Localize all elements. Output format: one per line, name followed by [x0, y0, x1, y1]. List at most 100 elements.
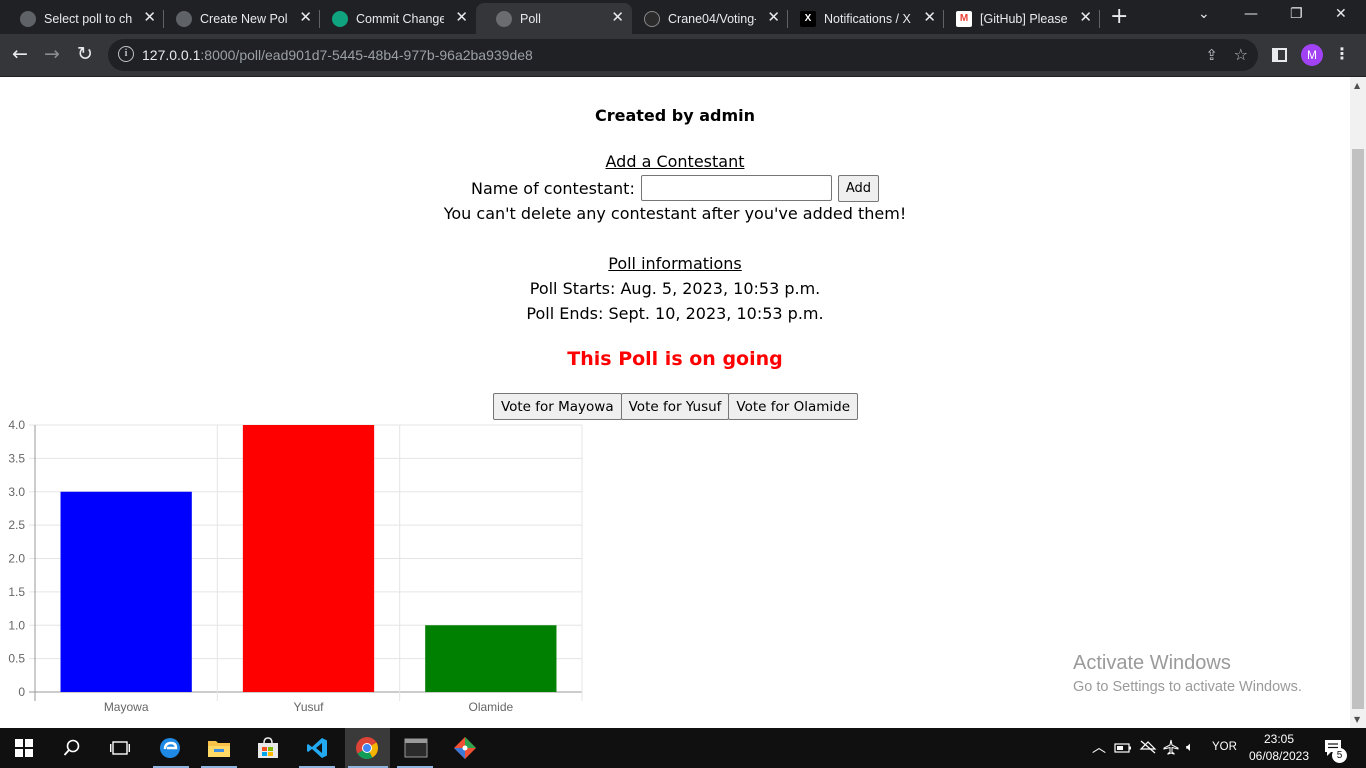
share-icon[interactable]: ⇪ — [1205, 46, 1218, 64]
poll-starts-text: Poll Starts: Aug. 5, 2023, 10:53 p.m. — [529, 279, 821, 298]
y-tick-label: 1.5 — [8, 585, 25, 599]
microsoft-store-icon[interactable] — [256, 736, 280, 760]
vscode-icon[interactable] — [305, 736, 329, 760]
terminal-icon[interactable] — [404, 736, 428, 760]
y-tick-label: 3.5 — [8, 451, 25, 465]
gmail-icon: M — [956, 10, 972, 27]
url-text[interactable]: 127.0.0.1:8000/poll/ead901d7-5445-48b4-9… — [142, 47, 533, 63]
bar-olamide — [425, 625, 557, 692]
bar-yusuf — [242, 425, 375, 692]
created-by-text: Created by admin — [594, 106, 756, 125]
tab-github-repo[interactable]: Crane04/Voting- ✕ — [624, 3, 788, 34]
browser-toolbar: ← → ↻ i 127.0.0.1:8000/poll/ead901d7-544… — [0, 34, 1366, 77]
tab-gmail[interactable]: M [GitHub] Please v ✕ — [936, 3, 1100, 34]
bar-mayowa — [60, 491, 192, 692]
x-tick-label: Mayowa — [104, 700, 149, 714]
vote-olamide-button[interactable]: Vote for Olamide — [728, 393, 859, 420]
tab-label: Poll — [520, 11, 541, 26]
poll-ends-text: Poll Ends: Sept. 10, 2023, 10:53 p.m. — [526, 304, 824, 323]
volume-icon[interactable]: 🔈︎ — [1186, 739, 1194, 755]
tab-search-icon[interactable]: ⌄ — [1198, 6, 1210, 22]
task-view-icon[interactable] — [108, 736, 132, 760]
tab-commit-changes[interactable]: Commit Changes ✕ — [312, 3, 476, 34]
tab-label: Notifications / X — [824, 11, 911, 26]
poll-status-text: This Poll is on going — [567, 348, 783, 370]
bookmark-star-icon[interactable]: ☆ — [1234, 45, 1248, 64]
add-contestant-heading: Add a Contestant — [605, 152, 745, 171]
battery-icon[interactable] — [1114, 741, 1132, 759]
scrollbar-thumb[interactable] — [1352, 149, 1364, 709]
x-logo-icon: X — [800, 10, 816, 27]
scroll-up-arrow-icon[interactable]: ▲ — [1354, 81, 1360, 90]
site-info-icon[interactable]: i — [118, 46, 134, 62]
file-explorer-icon[interactable] — [207, 736, 231, 760]
close-icon[interactable]: ✕ — [143, 10, 156, 26]
watermark-title: Activate Windows — [1073, 652, 1231, 674]
tab-create-new-poll[interactable]: Create New Poll ✕ — [156, 3, 320, 34]
watermark-subtitle: Go to Settings to activate Windows. — [1073, 679, 1302, 695]
vote-buttons: Vote for Mayowa Vote for Yusuf Vote for … — [0, 393, 1350, 420]
openai-icon — [332, 10, 348, 27]
menu-kebab-icon[interactable]: ⋮ — [1334, 44, 1350, 63]
git-gui-icon[interactable] — [453, 736, 477, 760]
vote-mayowa-button[interactable]: Vote for Mayowa — [492, 393, 622, 420]
close-icon[interactable]: ✕ — [299, 10, 312, 26]
windows-start-icon[interactable] — [12, 736, 36, 760]
chrome-icon[interactable] — [355, 736, 379, 760]
tab-label: [GitHub] Please v — [980, 11, 1068, 26]
add-contestant-form: Name of contestant: Add — [0, 174, 1350, 202]
restore-icon[interactable]: ❐ — [1290, 6, 1303, 22]
x-tick-label: Yusuf — [293, 700, 324, 714]
notification-count-badge: 5 — [1332, 748, 1347, 763]
clock-date: 06/08/2023 — [1248, 749, 1310, 763]
forward-arrow-icon[interactable]: → — [44, 44, 60, 64]
globe-icon — [20, 10, 36, 27]
y-tick-label: 2.5 — [8, 518, 25, 532]
activate-windows-watermark: Activate Windows Go to Settings to activ… — [1073, 652, 1302, 695]
page-viewport: Created by admin Add a Contestant Name o… — [0, 77, 1350, 728]
window-close-icon[interactable]: ✕ — [1335, 6, 1347, 22]
votes-bar-chart: 0 0.5 1.0 1.5 2.0 2.5 3.0 3.5 4.0 Mayowa Yusuf Olam… — [8, 418, 583, 714]
tab-label: Create New Poll — [200, 11, 288, 26]
new-tab-button[interactable]: + — [1110, 6, 1128, 28]
address-bar[interactable]: i 127.0.0.1:8000/poll/ead901d7-5445-48b4… — [108, 39, 1258, 71]
warning-text: You can't delete any contestant after yo… — [443, 204, 907, 223]
network-off-icon[interactable] — [1139, 739, 1157, 760]
minimize-icon[interactable]: — — [1244, 6, 1258, 22]
browser-tab-strip: Select poll to cha ✕ Create New Poll ✕ C… — [0, 0, 1366, 34]
close-icon[interactable]: ✕ — [1079, 10, 1092, 26]
close-icon[interactable]: ✕ — [923, 10, 936, 26]
profile-avatar[interactable]: M — [1301, 44, 1323, 66]
close-icon[interactable]: ✕ — [455, 10, 468, 26]
back-arrow-icon[interactable]: ← — [12, 44, 28, 64]
tab-notifications-x[interactable]: X Notifications / X ✕ — [780, 3, 944, 34]
chevron-up-icon[interactable]: ︿ — [1092, 737, 1106, 757]
vote-yusuf-button[interactable]: Vote for Yusuf — [620, 393, 730, 420]
side-panel-icon[interactable] — [1272, 48, 1287, 62]
url-path: :8000/poll/ead901d7-5445-48b4-977b-96a2b… — [200, 47, 533, 63]
search-icon[interactable] — [60, 736, 84, 760]
scroll-down-arrow-icon[interactable]: ▼ — [1354, 715, 1360, 724]
globe-icon — [176, 10, 192, 27]
y-tick-label: 3.0 — [8, 485, 25, 499]
tab-label: Commit Changes — [356, 11, 444, 26]
tab-poll[interactable]: Poll ✕ — [476, 3, 632, 34]
url-host: 127.0.0.1 — [142, 47, 201, 63]
add-button[interactable]: Add — [837, 174, 880, 202]
reload-icon[interactable]: ↻ — [77, 44, 93, 64]
airplane-mode-icon[interactable] — [1163, 739, 1179, 760]
edge-browser-icon[interactable] — [158, 736, 182, 760]
language-indicator[interactable]: YOR — [1212, 741, 1237, 753]
windows-taskbar: ︿ 🔈︎ YOR 23:05 06/08/2023 5 — [0, 728, 1366, 768]
close-icon[interactable]: ✕ — [611, 10, 624, 26]
poll-info-heading: Poll informations — [608, 254, 742, 273]
y-tick-label: 1.0 — [8, 618, 25, 632]
y-tick-label: 0 — [18, 685, 25, 699]
contestant-name-input[interactable] — [640, 175, 832, 201]
tab-label: Select poll to cha — [44, 11, 132, 26]
y-tick-label: 2.0 — [8, 552, 25, 566]
page-scrollbar[interactable]: ▲ ▼ — [1350, 77, 1366, 728]
tab-select-poll[interactable]: Select poll to cha ✕ — [0, 3, 164, 34]
close-icon[interactable]: ✕ — [767, 10, 780, 26]
system-clock[interactable]: 23:05 06/08/2023 — [1248, 731, 1310, 765]
